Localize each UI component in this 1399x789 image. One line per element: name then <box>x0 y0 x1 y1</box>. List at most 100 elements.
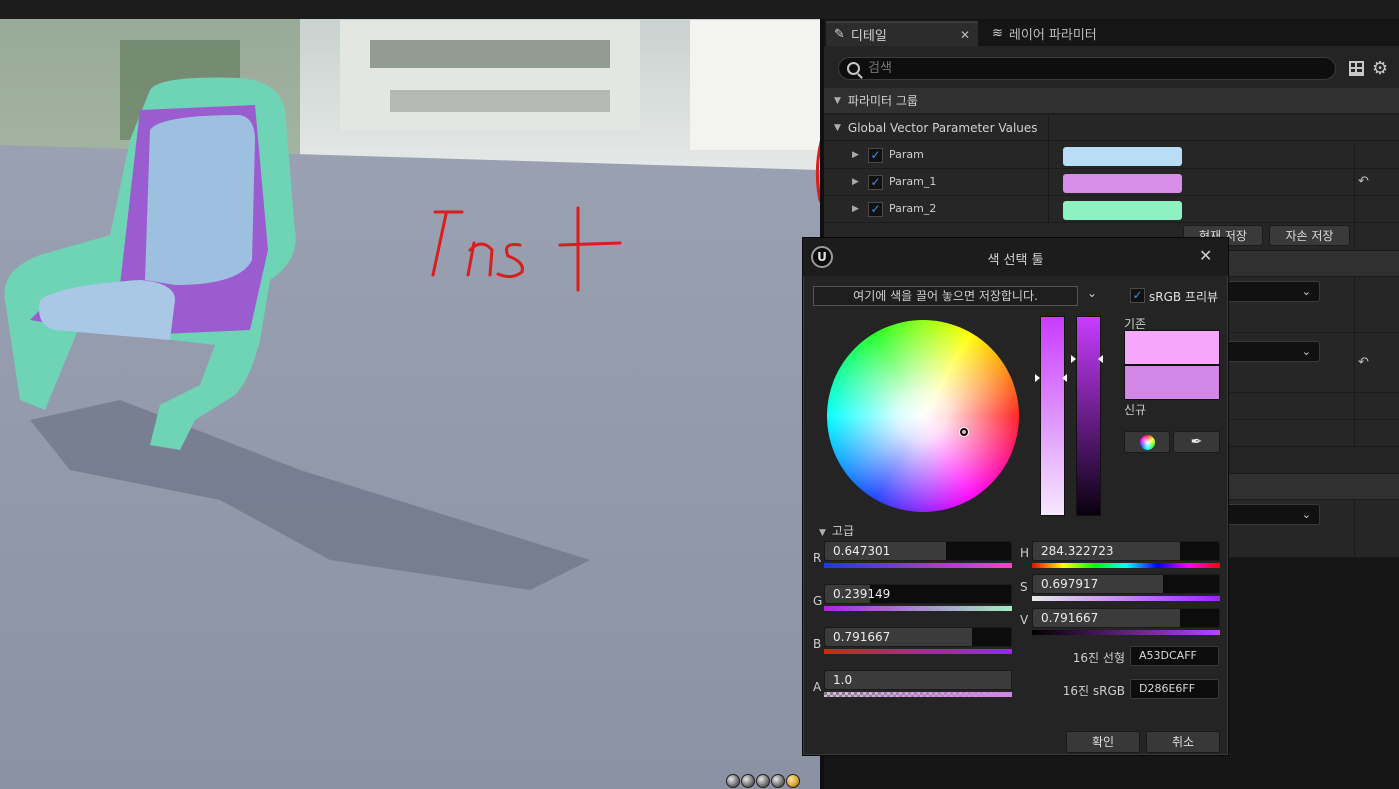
ok-button[interactable]: 확인 <box>1066 731 1140 753</box>
b-value: 0.791667 <box>833 630 891 644</box>
param-enabled-checkbox[interactable]: ✓ <box>868 175 883 190</box>
param-name: Param <box>889 148 924 161</box>
s-value: 0.697917 <box>1041 577 1099 591</box>
level-viewport[interactable] <box>0 0 820 789</box>
viewport-scene <box>0 19 820 789</box>
eyedropper-icon: ✒ <box>1190 434 1203 450</box>
b-value-field[interactable]: 0.791667 <box>824 627 1012 647</box>
search-box[interactable] <box>838 57 1336 80</box>
search-row: ⚙ <box>824 48 1399 90</box>
g-gradient-bar <box>824 606 1012 611</box>
channel-label-b: B <box>813 637 822 651</box>
tab-layer-parameters[interactable]: ≋ 레이어 파라미터 <box>984 21 1174 46</box>
s-gradient-bar <box>1032 596 1220 601</box>
expand-arrow-icon[interactable]: ▶ <box>852 204 859 214</box>
material-ball-icon[interactable] <box>726 774 740 788</box>
gear-icon[interactable]: ⚙ <box>1372 58 1388 79</box>
slider-handle-icon[interactable] <box>1098 355 1103 363</box>
reset-to-default-icon[interactable]: ↶ <box>1358 355 1369 370</box>
column-divider <box>1354 393 1355 419</box>
advanced-section-toggle[interactable]: ▼ 고급 <box>819 522 854 539</box>
slider-handle-icon[interactable] <box>1071 355 1076 363</box>
column-divider <box>1354 169 1355 196</box>
h-value-field[interactable]: 284.322723 <box>1032 541 1220 561</box>
dropdown[interactable]: ⌄ <box>1224 281 1320 302</box>
close-icon[interactable]: ✕ <box>1199 246 1212 265</box>
color-wheel[interactable] <box>827 320 1019 512</box>
parameter-row: ▶ ✓ Param_1 ↶ <box>824 169 1399 196</box>
a-value-field[interactable]: 1.0 <box>824 670 1012 690</box>
a-value: 1.0 <box>833 673 853 687</box>
search-input[interactable] <box>868 61 1288 76</box>
param-name: Param_1 <box>889 175 937 188</box>
color-swatch-drop-area[interactable]: 여기에 색을 끌어 놓으면 저장합니다. <box>813 286 1078 306</box>
column-divider <box>1048 196 1049 223</box>
reset-to-default-icon[interactable]: ↶ <box>1358 174 1369 189</box>
tab-details-label: 디테일 <box>850 29 887 44</box>
column-divider <box>1048 169 1049 196</box>
table-view-icon[interactable] <box>1349 61 1364 76</box>
param-enabled-checkbox[interactable]: ✓ <box>868 202 883 217</box>
hex-linear-input[interactable]: A53DCAFF <box>1130 646 1219 666</box>
saturation-slider[interactable] <box>1040 316 1065 516</box>
expand-arrow-icon[interactable]: ▶ <box>852 177 859 187</box>
collapse-arrow-icon: ▼ <box>819 528 826 538</box>
new-color-preview <box>1124 365 1220 400</box>
eyedropper-button[interactable]: ✒ <box>1173 431 1220 453</box>
column-divider <box>1354 333 1355 392</box>
new-color-label: 신규 <box>1124 403 1147 417</box>
v-value: 0.791667 <box>1041 611 1099 625</box>
srgb-preview-checkbox[interactable]: ✓ <box>1130 288 1145 303</box>
cancel-button[interactable]: 취소 <box>1146 731 1220 753</box>
v-gradient-bar <box>1032 630 1220 635</box>
g-value-field[interactable]: 0.239149 <box>824 584 1012 604</box>
slider-handle-icon[interactable] <box>1062 374 1067 382</box>
tab-details[interactable]: ✎ 디테일 ✕ <box>826 21 978 46</box>
dropdown[interactable]: ⌄ <box>1224 504 1320 525</box>
h-gradient-bar <box>1032 563 1220 568</box>
dropdown[interactable]: ⌄ <box>1224 341 1320 362</box>
color-swatch[interactable] <box>1063 201 1182 220</box>
column-divider <box>1048 115 1049 141</box>
column-divider <box>1354 196 1355 223</box>
section-parameter-group-label: 파라미터 그룹 <box>847 94 918 108</box>
viewport-material-balls[interactable] <box>726 774 800 789</box>
layers-icon: ≋ <box>992 26 1003 41</box>
color-wheel-mode-button[interactable] <box>1124 431 1170 453</box>
color-picker-dialog: U 색 선택 툴 ✕ 여기에 색을 끌어 놓으면 저장합니다. ⌄ ✓ sRGB… <box>802 237 1229 756</box>
section-global-vector-parameters[interactable]: ▼ Global Vector Parameter Values <box>824 115 1399 141</box>
parameter-row: ▶ ✓ Param_2 <box>824 196 1399 223</box>
value-slider[interactable] <box>1076 316 1101 516</box>
old-color-preview[interactable] <box>1124 330 1220 365</box>
r-value-field[interactable]: 0.647301 <box>824 541 1012 561</box>
hex-srgb-input[interactable]: D286E6FF <box>1130 679 1219 699</box>
section-parameter-group[interactable]: ▼ 파라미터 그룹 <box>824 88 1399 114</box>
material-ball-icon[interactable] <box>756 774 770 788</box>
tab-layer-label: 레이어 파라미터 <box>1008 28 1097 43</box>
color-wheel-cursor[interactable] <box>960 428 968 436</box>
param-enabled-checkbox[interactable]: ✓ <box>868 148 883 163</box>
a-gradient-bar <box>824 692 1012 697</box>
hex-srgb-label: 16진 sRGB <box>1062 684 1125 698</box>
close-icon[interactable]: ✕ <box>960 28 970 42</box>
pencil-icon: ✎ <box>834 27 845 42</box>
b-gradient-bar <box>824 649 1012 654</box>
save-to-child-button[interactable]: 자손 저장 <box>1269 225 1350 246</box>
top-menu-strip <box>0 0 1399 19</box>
color-swatch[interactable] <box>1063 174 1182 193</box>
slider-handle-icon[interactable] <box>1035 374 1040 382</box>
column-divider <box>1354 420 1355 446</box>
material-ball-icon[interactable] <box>741 774 755 788</box>
tab-bar: ✎ 디테일 ✕ ≋ 레이어 파라미터 <box>824 19 1399 46</box>
chevron-down-icon[interactable]: ⌄ <box>1087 286 1097 300</box>
dialog-title-bar[interactable]: U 색 선택 툴 ✕ <box>803 238 1228 276</box>
expand-arrow-icon[interactable]: ▶ <box>852 150 859 160</box>
material-ball-icon[interactable] <box>771 774 785 788</box>
channel-label-s: S <box>1020 580 1028 594</box>
column-divider <box>1354 142 1355 169</box>
s-value-field[interactable]: 0.697917 <box>1032 574 1220 594</box>
material-ball-icon[interactable] <box>786 774 800 788</box>
v-value-field[interactable]: 0.791667 <box>1032 608 1220 628</box>
color-swatch[interactable] <box>1063 147 1182 166</box>
channel-label-a: A <box>813 680 822 694</box>
